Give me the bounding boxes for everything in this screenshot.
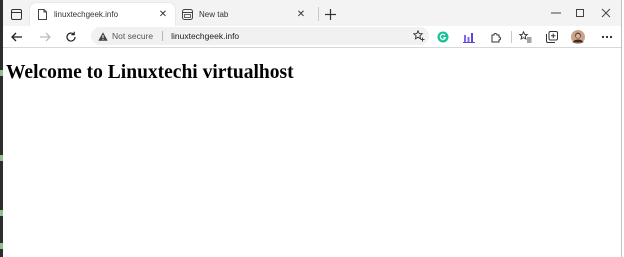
collections-icon [546, 31, 558, 43]
chart-extension-icon [463, 32, 475, 43]
refresh-icon [66, 31, 76, 42]
maximize-button[interactable] [568, 3, 592, 23]
plus-icon [324, 8, 336, 20]
new-tab-button[interactable] [321, 5, 339, 23]
close-window-icon [601, 8, 611, 18]
more-icon [601, 35, 613, 39]
maximize-icon [576, 9, 584, 17]
back-icon [11, 32, 22, 42]
extensions-puzzle-icon [491, 33, 501, 43]
add-favorite-button[interactable] [413, 30, 425, 42]
minimize-icon [551, 12, 561, 14]
page-heading: Welcome to Linuxtechi virtualhost [6, 62, 294, 83]
grammarly-extension-button[interactable] [434, 28, 452, 46]
back-button[interactable] [8, 28, 26, 46]
warning-icon[interactable] [98, 31, 108, 41]
favorite-star-icon [413, 30, 425, 42]
new-tab-page-icon [181, 9, 193, 21]
navigation-toolbar: Not secure linuxtechgeek.info [3, 26, 621, 48]
favorites-button[interactable] [516, 28, 534, 46]
refresh-button[interactable] [62, 28, 80, 46]
forward-button[interactable] [36, 28, 54, 46]
address-divider [162, 31, 164, 41]
close-tab-icon[interactable]: ✕ [294, 8, 308, 22]
tab-separator [318, 7, 319, 21]
address-bar[interactable]: Not secure linuxtechgeek.info [91, 27, 429, 45]
grammarly-extension-icon [437, 31, 449, 43]
favorites-icon [518, 31, 531, 43]
extensions-button[interactable] [487, 28, 505, 46]
tab-linuxtechgeek[interactable]: linuxtechgeek.info ✕ [30, 3, 175, 26]
tab-new-tab[interactable]: New tab ✕ [175, 3, 313, 26]
tab-title: linuxtechgeek.info [54, 10, 119, 19]
profile-avatar [571, 30, 585, 44]
more-button[interactable] [598, 28, 616, 46]
tab-actions-button[interactable] [5, 4, 27, 24]
chart-extension-button[interactable] [460, 28, 478, 46]
browser-window: linuxtechgeek.info ✕ New tab ✕ Not secur… [3, 0, 622, 257]
forward-icon [40, 32, 51, 42]
close-tab-icon[interactable]: ✕ [156, 8, 170, 22]
tab-title: New tab [199, 10, 229, 19]
security-status[interactable]: Not secure [112, 31, 153, 41]
collections-button[interactable] [543, 28, 561, 46]
tab-actions-icon [10, 8, 22, 20]
tab-bar: linuxtechgeek.info ✕ New tab ✕ [3, 0, 621, 26]
toolbar-separator [511, 31, 512, 43]
minimize-button[interactable] [544, 3, 568, 23]
url-text[interactable]: linuxtechgeek.info [171, 31, 239, 41]
profile-button[interactable] [569, 28, 587, 46]
page-content: Welcome to Linuxtechi virtualhost [3, 48, 621, 257]
close-window-button[interactable] [594, 3, 618, 23]
page-icon [36, 9, 48, 21]
